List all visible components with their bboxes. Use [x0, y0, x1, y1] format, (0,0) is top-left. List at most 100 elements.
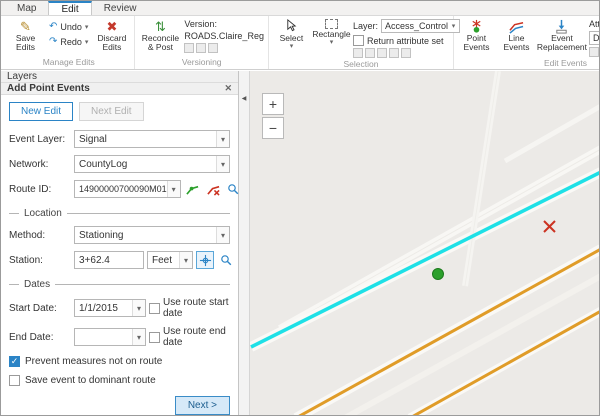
method-dropdown-arrow-icon: ▾ [216, 227, 229, 243]
start-date-dropdown[interactable]: 1/1/2015 ▾ [74, 299, 146, 317]
save-edits-button[interactable]: ✎ Save Edits [7, 18, 44, 53]
collapse-pane-icon[interactable]: ◀ [242, 95, 247, 113]
add-point-events-form: New Edit Next Edit Event Layer: Signal ▾… [1, 95, 238, 416]
use-route-end-date-label: Use route end date [163, 326, 230, 348]
redo-dropdown-icon[interactable]: ▾ [85, 38, 89, 46]
use-route-start-date-checkbox[interactable] [149, 303, 160, 314]
save-edits-icon: ✎ [20, 19, 31, 34]
zoom-in-button[interactable]: + [262, 93, 284, 115]
tab-edit[interactable]: Edit [48, 1, 91, 15]
route-line-cyan [251, 172, 599, 347]
group-label-edit-events: Edit Events [458, 57, 600, 70]
map-view[interactable]: + − [250, 71, 599, 415]
prevent-measures-label: Prevent measures not on route [25, 356, 162, 367]
discard-icon: ✖ [106, 19, 117, 34]
reconcile-icon: ⇅ [155, 19, 166, 34]
method-dropdown[interactable]: Stationing ▾ [74, 226, 230, 244]
station-unit-dropdown[interactable]: Feet ▾ [147, 251, 193, 269]
event-layer-label: Event Layer: [9, 134, 71, 145]
use-route-start-date-label: Use route start date [163, 297, 230, 319]
end-date-label: End Date: [9, 332, 71, 343]
rectangle-dropdown-icon[interactable]: ▾ [330, 39, 334, 46]
network-dropdown-arrow-icon: ▾ [216, 156, 229, 172]
point-event-green-dot [433, 269, 444, 280]
prevent-measures-checkbox[interactable]: ✓ [9, 356, 20, 367]
event-layer-dropdown-arrow-icon: ▾ [216, 131, 229, 147]
rectangle-button[interactable]: Rectangle ▾ [313, 18, 350, 47]
event-replacement-button[interactable]: Event Replacement [538, 18, 586, 53]
use-route-end-date-checkbox[interactable] [149, 332, 160, 343]
next-button[interactable]: Next > [175, 396, 230, 415]
version-value[interactable]: ROADS.Claire_Reg [184, 31, 264, 41]
app-window: Map Edit Review ✎ Save Edits ↶ Undo ▾ ↷ [0, 0, 600, 416]
selection-tool-icon[interactable] [401, 48, 411, 58]
pick-station-on-map-icon[interactable] [196, 251, 214, 269]
selection-tool-icon[interactable] [365, 48, 375, 58]
save-dominant-route-checkbox[interactable] [9, 375, 20, 386]
point-events-button[interactable]: Point Events [458, 18, 495, 53]
add-point-events-pane-header: Add Point Events ✕ [1, 83, 238, 95]
group-manage-edits: ✎ Save Edits ↶ Undo ▾ ↷ Redo ▾ [3, 16, 135, 69]
left-panel: Layers Add Point Events ✕ New Edit Next … [1, 71, 239, 415]
event-layer-dropdown[interactable]: Signal ▾ [74, 130, 230, 148]
network-label: Network: [9, 159, 71, 170]
discard-edits-button[interactable]: ✖ Discard Edits [93, 18, 130, 53]
return-attribute-set-checkbox[interactable] [353, 35, 364, 46]
close-pane-icon[interactable]: ✕ [224, 83, 232, 94]
pane-collapse-strip: ◀ [239, 71, 250, 415]
rectangle-icon [325, 19, 338, 29]
end-date-dropdown[interactable]: ▾ [74, 328, 146, 346]
zoom-out-button[interactable]: − [262, 117, 284, 139]
end-date-dropdown-arrow-icon: ▾ [132, 329, 145, 345]
select-route-on-map-icon[interactable] [184, 180, 202, 198]
method-label: Method: [9, 230, 71, 241]
station-label: Station: [9, 255, 71, 266]
return-attribute-set-label: Return attribute set [367, 36, 444, 46]
tab-review[interactable]: Review [92, 1, 149, 15]
group-edit-events: Point Events Line Events Event Replaceme… [454, 16, 600, 69]
group-label-selection: Selection [273, 58, 449, 71]
next-edit-button: Next Edit [79, 102, 144, 121]
dates-section-divider: Dates [9, 279, 230, 290]
route-id-dropdown-arrow-icon: ▾ [167, 181, 180, 197]
ribbon: ✎ Save Edits ↶ Undo ▾ ↷ Redo ▾ [1, 16, 599, 70]
versioning-tool-icon[interactable] [184, 43, 194, 53]
zoom-to-station-icon[interactable] [217, 251, 235, 269]
tab-map[interactable]: Map [5, 1, 48, 15]
reconcile-post-button[interactable]: ⇅ Reconcile & Post [139, 18, 181, 53]
edit-events-tool-icon[interactable] [589, 47, 599, 57]
point-events-icon [469, 19, 484, 34]
select-button[interactable]: Select ▾ [273, 18, 310, 51]
selection-tool-icon[interactable] [377, 48, 387, 58]
group-selection: Select ▾ Rectangle ▾ Layer: Access_Contr… [269, 16, 454, 69]
clear-route-icon[interactable] [205, 180, 223, 198]
group-versioning: ⇅ Reconcile & Post Version: ROADS.Claire… [135, 16, 269, 69]
map-canvas [250, 71, 599, 415]
selection-tool-icon[interactable] [389, 48, 399, 58]
redo-icon: ↷ [49, 36, 57, 47]
selection-tool-icon[interactable] [353, 48, 363, 58]
undo-icon: ↶ [49, 21, 57, 32]
save-dominant-route-label: Save event to dominant route [25, 375, 156, 386]
location-section-divider: Location [9, 208, 230, 219]
route-id-combo[interactable]: 14900000700090M01 ▾ [74, 180, 181, 198]
versioning-tool-icon[interactable] [196, 43, 206, 53]
layers-pane-header[interactable]: Layers [1, 71, 238, 83]
ribbon-tabstrip: Map Edit Review [1, 1, 599, 16]
layer-dropdown[interactable]: Access_Control ▾ [381, 19, 460, 33]
start-date-label: Start Date: [9, 303, 71, 314]
redo-button[interactable]: ↷ Redo ▾ [47, 35, 90, 48]
network-dropdown[interactable]: CountyLog ▾ [74, 155, 230, 173]
station-input[interactable] [74, 251, 144, 269]
undo-dropdown-icon[interactable]: ▾ [85, 23, 89, 31]
start-date-dropdown-arrow-icon: ▾ [132, 300, 145, 316]
line-events-icon [509, 19, 524, 34]
event-replacement-icon [554, 19, 569, 34]
new-edit-button[interactable]: New Edit [9, 102, 73, 121]
undo-button[interactable]: ↶ Undo ▾ [47, 20, 90, 33]
attribute-set-dropdown[interactable]: Default ▾ [589, 31, 600, 45]
line-events-button[interactable]: Line Events [498, 18, 535, 53]
event-marker-red-x [544, 221, 555, 232]
versioning-tool-icon[interactable] [208, 43, 218, 53]
select-dropdown-icon[interactable]: ▾ [290, 43, 294, 50]
